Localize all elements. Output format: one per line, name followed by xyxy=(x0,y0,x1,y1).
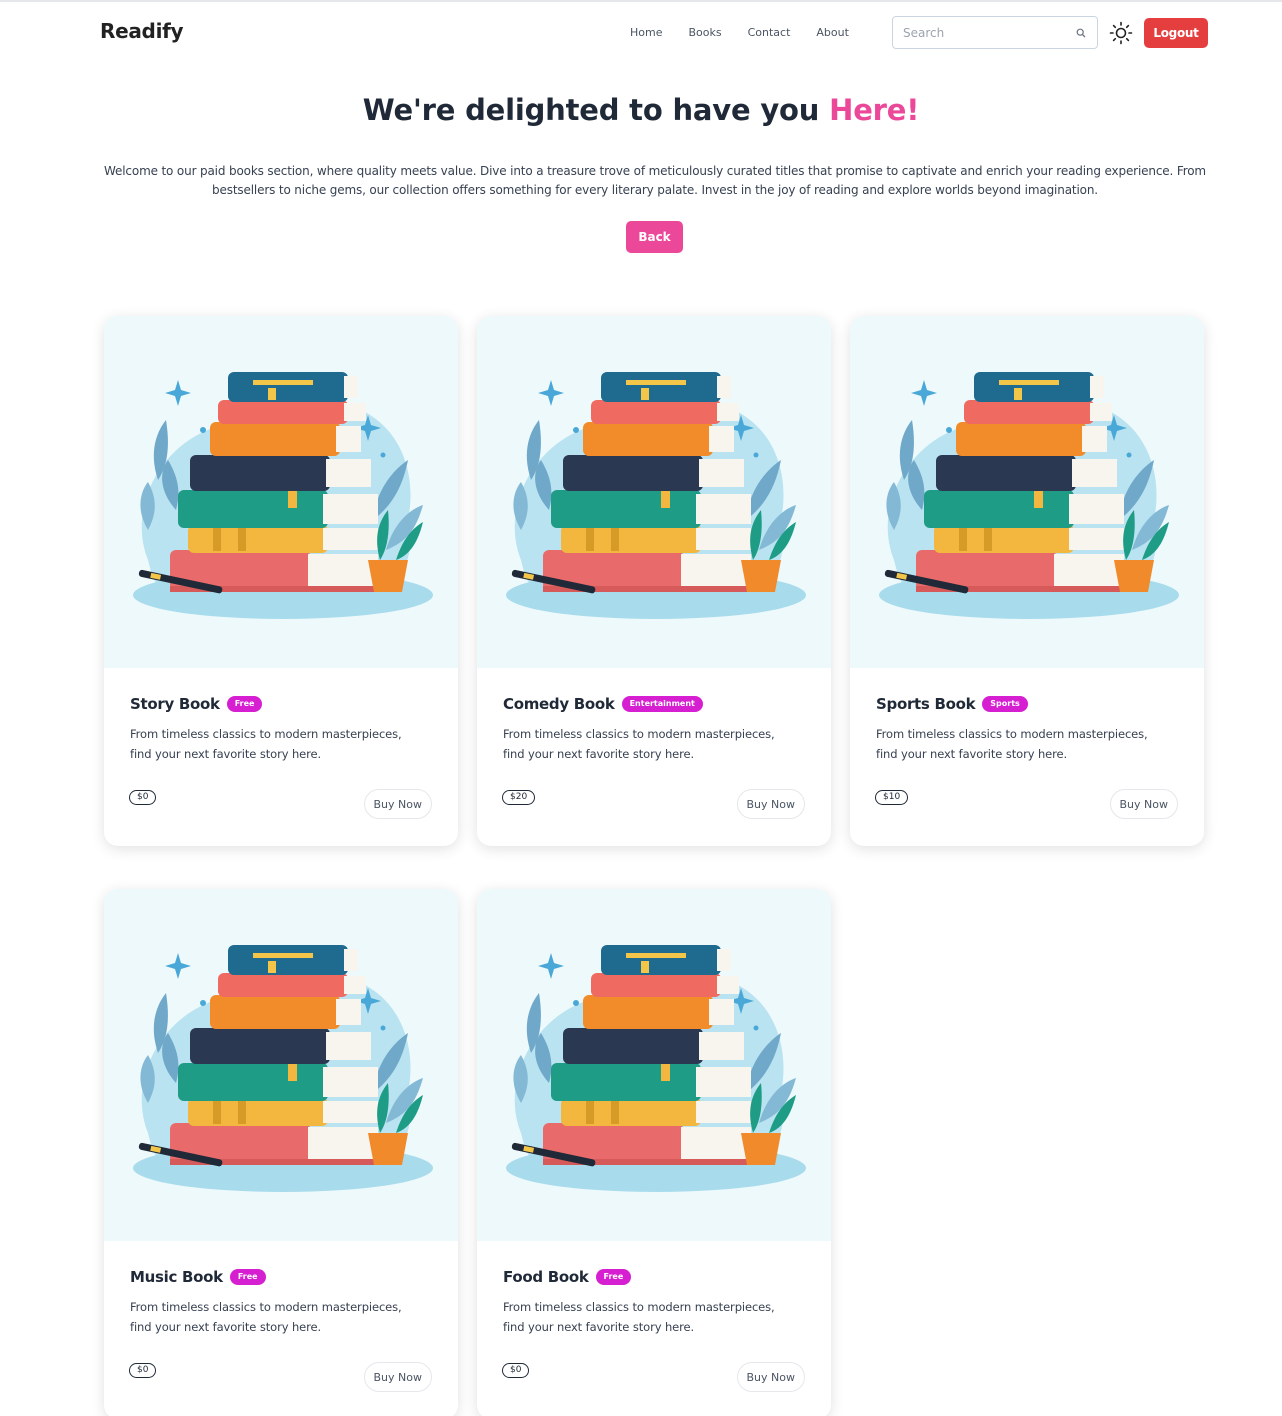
card-title-row: Music Book Free xyxy=(130,1268,266,1286)
price-tag: $0 xyxy=(502,1363,530,1378)
card-description: From timeless classics to modern masterp… xyxy=(503,727,775,761)
nav-link-contact[interactable]: Contact xyxy=(748,26,791,39)
card-title-row: Comedy Book Entertainment xyxy=(503,695,703,713)
book-stack-illustration xyxy=(133,945,433,1192)
search-icon[interactable] xyxy=(1076,28,1086,38)
card-title: Food Book xyxy=(503,1268,589,1286)
card-title: Music Book xyxy=(130,1268,223,1286)
card-figure xyxy=(477,889,831,1241)
nav-link-books[interactable]: Books xyxy=(688,26,721,39)
category-badge: Entertainment xyxy=(621,696,703,712)
price-tag: $10 xyxy=(875,790,909,805)
nav-link-about[interactable]: About xyxy=(816,26,849,39)
category-badge: Free xyxy=(595,1269,632,1285)
brand-logo[interactable]: Readify xyxy=(100,19,184,43)
card-title: Story Book xyxy=(130,695,220,713)
nav-links: Home Books Contact About xyxy=(630,26,875,39)
book-card: Sports Book Sports From timeless classic… xyxy=(850,316,1204,846)
book-stack-illustration xyxy=(133,372,433,619)
hero-description: Welcome to our paid books section, where… xyxy=(104,164,1206,197)
price-tag: $20 xyxy=(502,790,536,805)
sun-icon[interactable] xyxy=(1108,20,1134,46)
card-figure xyxy=(104,316,458,668)
buy-now-button[interactable]: Buy Now xyxy=(363,1362,432,1392)
card-title-row: Story Book Free xyxy=(130,695,263,713)
page-title: We're delighted to have you Here! xyxy=(0,93,1282,127)
title-main: We're delighted to have you xyxy=(362,93,830,127)
logout-button[interactable]: Logout xyxy=(1144,18,1208,48)
card-figure xyxy=(477,316,831,668)
book-card: Food Book Free From timeless classics to… xyxy=(477,889,831,1416)
buy-now-button[interactable]: Buy Now xyxy=(1109,789,1178,819)
search-box xyxy=(892,16,1098,49)
card-figure xyxy=(104,889,458,1241)
card-description: From timeless classics to modern masterp… xyxy=(130,1300,402,1334)
buy-now-button[interactable]: Buy Now xyxy=(736,789,805,819)
book-card: Story Book Free From timeless classics t… xyxy=(104,316,458,846)
book-card: Comedy Book Entertainment From timeless … xyxy=(477,316,831,846)
card-title-row: Food Book Free xyxy=(503,1268,632,1286)
back-button[interactable]: Back xyxy=(626,221,683,253)
buy-now-button[interactable]: Buy Now xyxy=(736,1362,805,1392)
book-stack-illustration xyxy=(879,372,1179,619)
search-input[interactable] xyxy=(893,17,1073,48)
card-description: From timeless classics to modern masterp… xyxy=(503,1300,775,1334)
buy-now-button[interactable]: Buy Now xyxy=(363,789,432,819)
category-badge: Free xyxy=(226,696,263,712)
card-title: Sports Book xyxy=(876,695,976,713)
price-tag: $0 xyxy=(129,1363,157,1378)
category-badge: Free xyxy=(229,1269,266,1285)
nav-link-home[interactable]: Home xyxy=(630,26,662,39)
card-figure xyxy=(850,316,1204,668)
book-card: Music Book Free From timeless classics t… xyxy=(104,889,458,1416)
title-accent: Here! xyxy=(829,93,920,127)
category-badge: Sports xyxy=(982,696,1028,712)
book-stack-illustration xyxy=(506,372,806,619)
card-title: Comedy Book xyxy=(503,695,615,713)
card-description: From timeless classics to modern masterp… xyxy=(876,727,1148,761)
price-tag: $0 xyxy=(129,790,157,805)
card-description: From timeless classics to modern masterp… xyxy=(130,727,402,761)
navbar: Readify Home Books Contact About Logout xyxy=(0,0,1282,66)
card-title-row: Sports Book Sports xyxy=(876,695,1028,713)
book-stack-illustration xyxy=(506,945,806,1192)
